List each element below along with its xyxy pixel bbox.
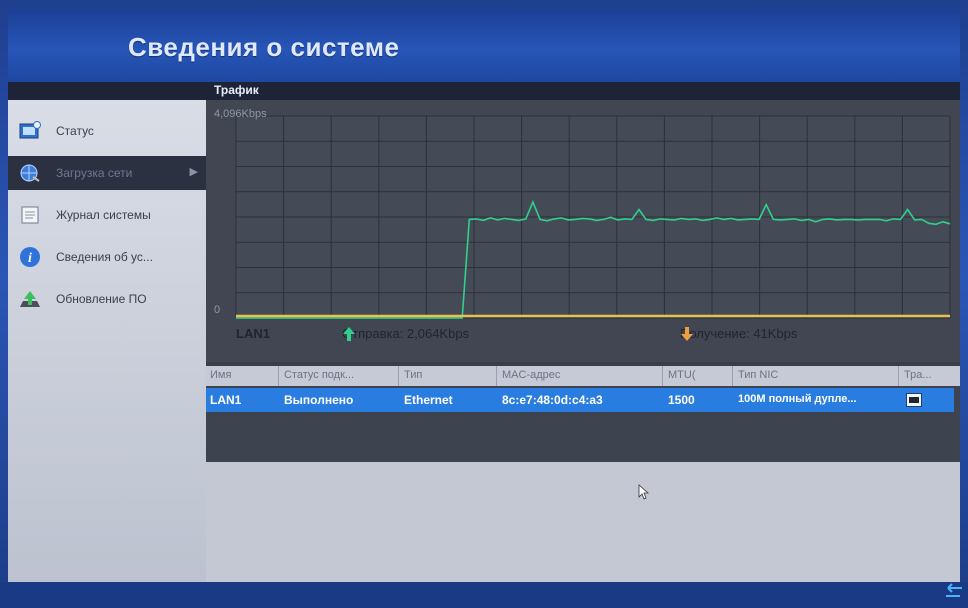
cell-name: LAN1 — [210, 393, 242, 407]
bottom-bar — [0, 582, 968, 608]
traffic-chart: 4,096Kbps 0 LAN1 Отправка: 2,064Kbps Пол… — [206, 100, 960, 362]
main-panel: 4,096Kbps 0 LAN1 Отправка: 2,064Kbps Пол… — [206, 100, 960, 582]
mouse-cursor-icon — [638, 484, 650, 505]
lower-panel — [206, 462, 960, 582]
svg-text:i: i — [28, 251, 32, 266]
cell-status: Выполнено — [284, 393, 354, 407]
column-header-mac[interactable]: MAC-адрес — [502, 369, 658, 381]
page-title: Сведения о системе — [128, 32, 400, 62]
status-icon — [18, 120, 42, 142]
column-divider[interactable] — [496, 366, 497, 386]
sidebar-item-upgrade[interactable]: Обновление ПО — [8, 282, 206, 316]
column-divider[interactable] — [898, 366, 899, 386]
upgrade-icon — [18, 288, 42, 310]
sidebar-item-label: Обновление ПО — [56, 292, 147, 306]
y-axis-max-label: 4,096Kbps — [214, 108, 267, 120]
column-header-name[interactable]: Имя — [210, 369, 276, 381]
lan-name: LAN1 — [236, 326, 270, 341]
y-axis-min-label: 0 — [214, 304, 221, 316]
column-divider[interactable] — [662, 366, 663, 386]
sidebar-item-system-log[interactable]: Журнал системы — [8, 198, 206, 232]
network-icon — [18, 162, 42, 184]
sidebar-item-label: Сведения об ус... — [56, 250, 153, 264]
send-rate: Отправка: 2,064Kbps — [342, 326, 470, 341]
column-divider[interactable] — [278, 366, 279, 386]
sidebar-item-status[interactable]: Статус — [8, 114, 206, 148]
legend-receive: Получение: 41Kbps — [680, 326, 797, 341]
traffic-chart-svg — [235, 115, 951, 319]
table-body: LAN1 Выполнено Ethernet 8c:e7:48:0d:c4:a… — [206, 386, 960, 462]
sidebar-item-label: Загрузка сети — [56, 166, 133, 180]
sidebar: Статус Загрузка сети ▶ Журнал системы i … — [8, 100, 206, 582]
column-divider[interactable] — [398, 366, 399, 386]
sidebar-item-network-load[interactable]: Загрузка сети ▶ — [8, 156, 206, 190]
sidebar-item-label: Журнал системы — [56, 208, 151, 222]
column-divider[interactable] — [732, 366, 733, 386]
legend-lan-name: LAN1 — [236, 326, 270, 341]
legend-send: Отправка: 2,064Kbps — [342, 326, 469, 341]
column-header-status[interactable]: Статус подк... — [284, 369, 396, 381]
sidebar-item-label: Статус — [56, 124, 94, 138]
cell-mac: 8c:e7:48:0d:c4:a3 — [502, 393, 603, 407]
upload-arrow-icon — [343, 327, 355, 341]
column-header-mtu[interactable]: MTU( — [668, 369, 730, 381]
column-header-nic-type[interactable]: Тип NIC — [738, 369, 894, 381]
info-icon: i — [18, 246, 42, 268]
top-strip — [8, 82, 960, 100]
table-row[interactable]: LAN1 Выполнено Ethernet 8c:e7:48:0d:c4:a… — [206, 388, 954, 412]
cell-mtu: 1500 — [668, 393, 695, 407]
column-header-traffic[interactable]: Тра... — [904, 369, 954, 381]
log-icon — [18, 204, 42, 226]
section-label: Трафик — [214, 83, 259, 97]
table-header: Имя Статус подк... Тип MAC-адрес MTU( Ти… — [206, 366, 960, 386]
column-header-type[interactable]: Тип — [404, 369, 494, 381]
cell-type: Ethernet — [404, 393, 453, 407]
chevron-right-icon: ▶ — [189, 166, 198, 178]
traffic-graph-icon[interactable] — [906, 393, 922, 412]
download-arrow-icon — [681, 327, 693, 341]
back-arrow-icon[interactable] — [944, 582, 964, 605]
receive-rate: Получение: 41Kbps — [680, 326, 798, 341]
cell-nic-type: 100M полный дупле... — [738, 393, 857, 405]
sidebar-item-device-info[interactable]: i Сведения об ус... — [8, 240, 206, 274]
